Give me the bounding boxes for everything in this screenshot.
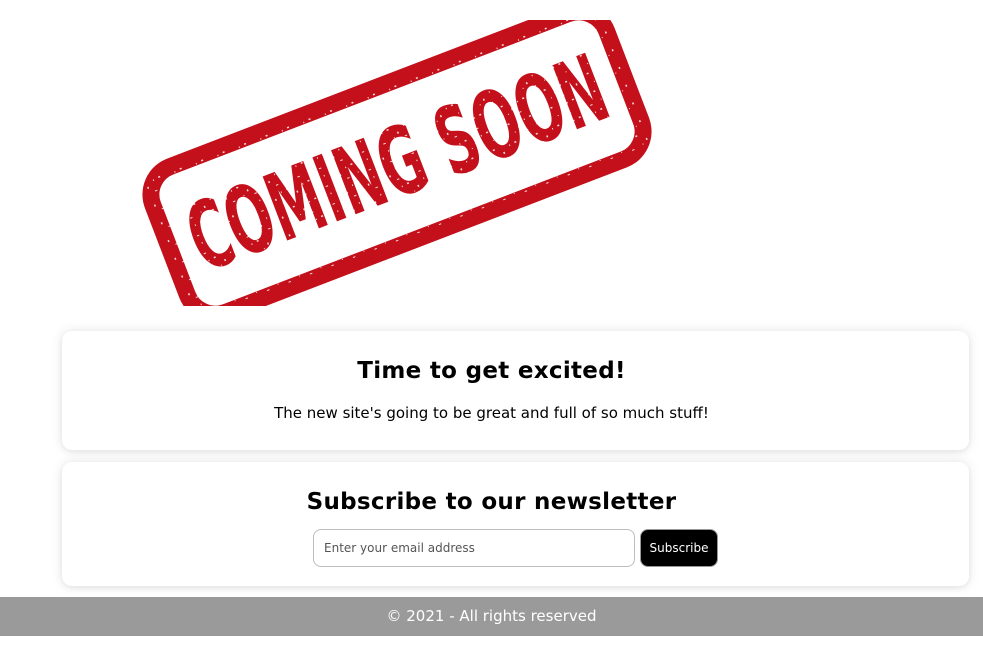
hero-subtitle: The new site's going to be great and ful…: [274, 404, 709, 422]
hero-card: [62, 331, 969, 450]
newsletter-title: Subscribe to our newsletter: [306, 489, 677, 515]
footer-copyright: © 2021 - All rights reserved: [386, 607, 597, 625]
email-input[interactable]: [313, 529, 635, 567]
newsletter-card: [62, 462, 969, 586]
subscribe-button[interactable]: Subscribe: [640, 529, 718, 567]
hero-title: Time to get excited!: [357, 358, 626, 384]
footer: © 2021 - All rights reserved: [0, 597, 983, 636]
coming-soon-stamp-logo: COMING SOON: [136, 20, 658, 306]
